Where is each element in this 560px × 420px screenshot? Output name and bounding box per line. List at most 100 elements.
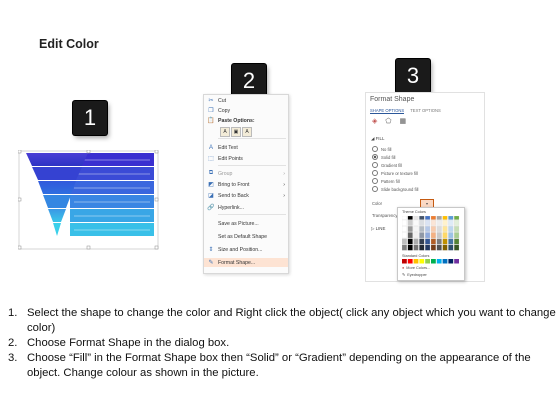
theme-color-swatch[interactable] — [407, 219, 413, 226]
theme-color-swatch[interactable] — [442, 238, 448, 245]
theme-color-swatch[interactable] — [436, 226, 442, 232]
theme-color-swatch[interactable] — [425, 244, 431, 251]
theme-color-swatch[interactable] — [454, 238, 460, 245]
theme-color-swatch[interactable] — [407, 244, 413, 251]
theme-color-swatch[interactable] — [436, 219, 442, 226]
menu-item-group[interactable]: ⧉ Group › — [204, 169, 288, 178]
theme-color-swatch[interactable] — [407, 232, 413, 239]
theme-color-swatch[interactable] — [448, 219, 454, 226]
standard-color-swatch[interactable] — [425, 259, 430, 264]
menu-item-set-default-shape[interactable]: Set as Default Shape — [204, 232, 288, 241]
theme-color-swatch[interactable] — [442, 226, 448, 232]
standard-color-swatch[interactable] — [407, 259, 413, 264]
theme-color-swatch[interactable] — [448, 216, 454, 220]
theme-color-swatch[interactable] — [436, 232, 442, 239]
standard-color-swatch[interactable] — [442, 259, 448, 264]
standard-color-swatch[interactable] — [419, 259, 425, 264]
radio-slide-background-fill[interactable]: Slide background fill — [372, 186, 418, 192]
theme-color-swatch[interactable] — [436, 244, 442, 251]
menu-item-hyperlink[interactable]: 🔗 Hyperlink... — [204, 203, 288, 212]
theme-color-swatch[interactable] — [413, 219, 419, 226]
radio-no-fill[interactable]: No fill — [372, 146, 391, 152]
theme-color-swatch[interactable] — [419, 219, 425, 226]
theme-colors-grid[interactable] — [402, 216, 460, 254]
theme-color-swatch[interactable] — [442, 219, 448, 226]
line-section-header[interactable]: ▷ LINE — [371, 226, 385, 232]
theme-color-swatch[interactable] — [402, 226, 407, 232]
theme-color-swatch[interactable] — [419, 216, 425, 220]
paste-keep-source-icon[interactable]: A — [220, 127, 230, 137]
theme-color-swatch[interactable] — [407, 226, 413, 232]
theme-color-swatch[interactable] — [454, 226, 460, 232]
size-properties-icon[interactable]: ▦ — [399, 117, 406, 125]
menu-item-edit-text[interactable]: A Edit Text — [204, 143, 288, 152]
theme-color-swatch[interactable] — [454, 219, 460, 226]
tab-text-options[interactable]: TEXT OPTIONS — [410, 108, 441, 114]
theme-color-swatch[interactable] — [419, 226, 425, 232]
theme-color-swatch[interactable] — [442, 216, 448, 220]
menu-item-save-as-picture[interactable]: Save as Picture... — [204, 219, 288, 228]
menu-item-cut[interactable]: ✂ Cut — [204, 96, 288, 105]
theme-color-swatch[interactable] — [442, 244, 448, 251]
menu-item-paste-options[interactable]: 📋 Paste Options: — [204, 116, 288, 125]
more-colors-item[interactable]: ● More Colors... — [402, 266, 430, 270]
theme-color-swatch[interactable] — [448, 244, 454, 251]
theme-color-swatch[interactable] — [448, 226, 454, 232]
menu-item-size-and-position[interactable]: ⇕ Size and Position... — [204, 245, 288, 254]
theme-color-swatch[interactable] — [425, 238, 431, 245]
theme-color-swatch[interactable] — [448, 238, 454, 245]
theme-color-swatch[interactable] — [425, 226, 431, 232]
theme-color-swatch[interactable] — [425, 219, 431, 226]
radio-picture-fill[interactable]: Picture or texture fill — [372, 170, 418, 176]
theme-color-swatch[interactable] — [430, 226, 436, 232]
theme-color-swatch[interactable] — [407, 238, 413, 245]
effects-icon[interactable]: ⬠ — [385, 117, 391, 125]
radio-pattern-fill[interactable]: Pattern fill — [372, 178, 400, 184]
menu-item-format-shape[interactable]: ✎ Format Shape... — [204, 258, 288, 267]
standard-color-swatch[interactable] — [454, 259, 459, 264]
eyedropper-item[interactable]: ✎ Eyedropper — [402, 272, 427, 278]
theme-color-swatch[interactable] — [402, 232, 407, 239]
theme-color-swatch[interactable] — [402, 244, 407, 251]
paste-text-only-icon[interactable]: A — [242, 127, 252, 137]
theme-color-swatch[interactable] — [413, 232, 419, 239]
tab-shape-options[interactable]: SHAPE OPTIONS — [370, 108, 405, 114]
menu-item-bring-to-front[interactable]: ◩ Bring to Front › — [204, 180, 288, 189]
theme-color-swatch[interactable] — [425, 232, 431, 239]
standard-color-swatch[interactable] — [431, 259, 436, 264]
paste-picture-icon[interactable]: ▣ — [231, 127, 241, 137]
theme-color-swatch[interactable] — [430, 238, 436, 245]
theme-color-swatch[interactable] — [430, 232, 436, 239]
theme-color-swatch[interactable] — [413, 216, 419, 220]
standard-color-swatch[interactable] — [413, 259, 419, 264]
menu-item-copy[interactable]: ❐ Copy — [204, 106, 288, 115]
theme-color-swatch[interactable] — [436, 238, 442, 245]
theme-color-swatch[interactable] — [402, 216, 407, 220]
theme-color-swatch[interactable] — [413, 238, 419, 245]
menu-item-send-to-back[interactable]: ◪ Send to Back › — [204, 191, 288, 200]
radio-gradient-fill[interactable]: Gradient fill — [372, 162, 402, 168]
theme-color-swatch[interactable] — [413, 244, 419, 251]
theme-color-swatch[interactable] — [419, 238, 425, 245]
theme-color-swatch[interactable] — [454, 232, 460, 239]
theme-color-swatch[interactable] — [402, 238, 407, 245]
funnel-shape[interactable] — [17, 149, 160, 252]
theme-color-swatch[interactable] — [454, 216, 460, 220]
theme-color-swatch[interactable] — [413, 226, 419, 232]
standard-color-swatch[interactable] — [436, 259, 442, 264]
theme-color-swatch[interactable] — [430, 216, 436, 220]
fill-section-header[interactable]: ◢ FILL — [371, 136, 384, 142]
theme-color-swatch[interactable] — [454, 244, 460, 251]
standard-color-swatch[interactable] — [448, 259, 454, 264]
fill-line-icon[interactable]: ◈ — [372, 117, 377, 125]
menu-item-edit-points[interactable]: ⬚ Edit Points — [204, 154, 288, 163]
standard-colors-row[interactable] — [402, 259, 460, 264]
theme-color-swatch[interactable] — [407, 216, 413, 220]
theme-color-swatch[interactable] — [402, 219, 407, 226]
theme-color-swatch[interactable] — [419, 232, 425, 239]
radio-solid-fill[interactable]: Solid fill — [372, 154, 395, 160]
theme-color-swatch[interactable] — [448, 232, 454, 239]
theme-color-swatch[interactable] — [430, 244, 436, 251]
theme-color-swatch[interactable] — [419, 244, 425, 251]
theme-color-swatch[interactable] — [442, 232, 448, 239]
